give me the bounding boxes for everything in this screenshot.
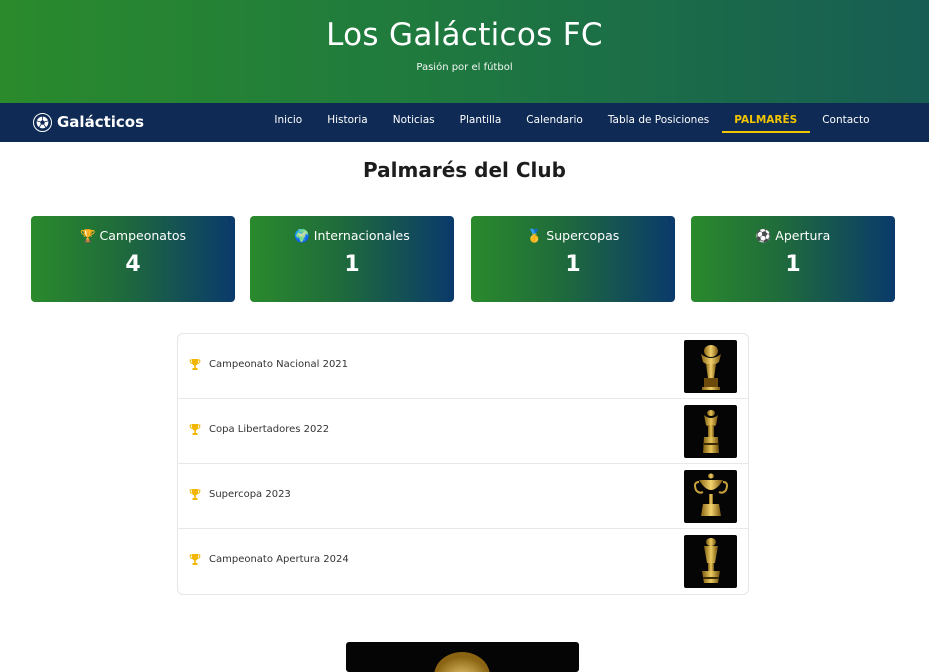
brand-link[interactable]: Galácticos — [33, 109, 144, 135]
site-subtitle: Pasión por el fútbol — [416, 62, 513, 73]
stat-label-text: Supercopas — [546, 228, 620, 243]
titles-list: Campeonato Nacional 2021 Copa Libertador… — [178, 334, 748, 594]
title-row: Campeonato Nacional 2021 — [178, 334, 748, 399]
trophy-icon — [189, 489, 201, 500]
stat-card-supercopas: 🥇 Supercopas 1 — [471, 216, 675, 302]
stat-card-apertura: ⚽ Apertura 1 — [691, 216, 895, 302]
title-row: Copa Libertadores 2022 — [178, 399, 748, 464]
nav-item-historia[interactable]: Historia — [315, 103, 381, 142]
nav-item-contacto[interactable]: Contacto — [810, 103, 882, 142]
stat-label-text: Internacionales — [313, 228, 410, 243]
trophy-icon — [189, 424, 201, 435]
title-name: Campeonato Nacional 2021 — [209, 359, 349, 370]
title-name: Supercopa 2023 — [209, 489, 291, 500]
trophy-image — [684, 470, 737, 523]
stat-value: 1 — [785, 252, 801, 277]
trophy-icon — [189, 554, 201, 565]
hero-header: Los Galácticos FC Pasión por el fútbol — [0, 0, 929, 103]
medal-icon: 🥇 — [526, 228, 543, 243]
title-name: Copa Libertadores 2022 — [209, 424, 330, 435]
brand-name: Galácticos — [57, 113, 145, 131]
stat-card-internacionales: 🌍 Internacionales 1 — [250, 216, 454, 302]
title-row: Supercopa 2023 — [178, 464, 748, 529]
trophy-icon: 🏆 — [79, 228, 96, 243]
site-title: Los Galácticos FC — [326, 17, 603, 53]
stat-card-label: 🥇 Supercopas — [471, 228, 675, 244]
trophy-image — [684, 340, 737, 393]
nav-item-tabla-de-posiciones[interactable]: Tabla de Posiciones — [595, 103, 721, 142]
nav-item-noticias[interactable]: Noticias — [380, 103, 447, 142]
nav-menu: Inicio Historia Noticias Plantilla Calen… — [262, 103, 882, 142]
globe-icon: 🌍 — [294, 228, 310, 243]
stat-card-label: ⚽ Apertura — [691, 228, 895, 244]
trophy-image — [346, 642, 579, 672]
nav-item-plantilla[interactable]: Plantilla — [447, 103, 514, 142]
nav-item-inicio[interactable]: Inicio — [262, 103, 315, 142]
nav-item-calendario[interactable]: Calendario — [514, 103, 596, 142]
trophy-icon — [189, 359, 201, 370]
stat-label-text: Campeonatos — [99, 228, 187, 243]
soccer-ball-icon: ⚽ — [755, 228, 772, 243]
stat-value: 1 — [565, 252, 581, 277]
stats-cards: 🏆 Campeonatos 4 🌍 Internacionales 1 🥇 Su… — [31, 216, 895, 302]
stat-card-campeonatos: 🏆 Campeonatos 4 — [31, 216, 235, 302]
main-navbar: Galácticos Inicio Historia Noticias Plan… — [0, 103, 929, 142]
trophy-image — [684, 405, 737, 458]
soccer-ball-icon — [33, 112, 52, 132]
title-name: Campeonato Apertura 2024 — [209, 554, 349, 565]
nav-item-palmares[interactable]: PALMARÉS — [721, 103, 810, 142]
title-row: Campeonato Apertura 2024 — [178, 529, 748, 594]
stat-label-text: Apertura — [775, 228, 831, 243]
stat-value: 4 — [125, 252, 141, 277]
stat-card-label: 🌍 Internacionales — [250, 228, 454, 244]
trophy-image — [684, 535, 737, 588]
page-title: Palmarés del Club — [363, 158, 566, 182]
stat-value: 1 — [344, 252, 360, 277]
stat-card-label: 🏆 Campeonatos — [31, 228, 235, 244]
